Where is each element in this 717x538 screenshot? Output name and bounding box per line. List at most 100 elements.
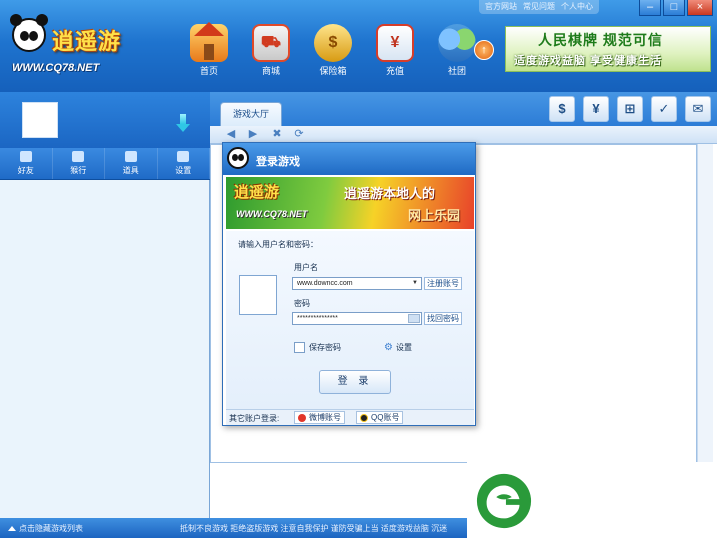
hide-game-list-toggle[interactable]: 点击隐藏游戏列表 [8, 523, 83, 534]
settings-icon [177, 151, 190, 162]
back-icon[interactable]: ◀ [224, 127, 238, 141]
tab-props-label: 道具 [122, 166, 139, 175]
tab-settings-label: 设置 [175, 166, 192, 175]
gear-icon: ⚙ [384, 342, 393, 353]
tab-rank[interactable]: 猴行 [53, 148, 105, 179]
bank-icon[interactable]: $ [549, 96, 575, 122]
nav-home-label: 首页 [199, 66, 218, 76]
login-avatar [239, 275, 277, 315]
qq-penguin-icon [360, 414, 368, 422]
rank-icon [72, 151, 85, 162]
group-icon [438, 24, 476, 62]
recharge-card-icon: ¥ [376, 24, 414, 62]
main-nav: 首页 ⛟ 商城 $ 保险箱 ¥ 充值 社团 [178, 22, 488, 77]
banner-slogan-1: 逍遥游本地人的 [344, 186, 436, 201]
username-label: 用户名 [294, 263, 318, 272]
nav-shop-label: 商城 [261, 66, 280, 76]
nav-safe[interactable]: $ 保险箱 [302, 24, 364, 77]
username-value: www.downcc.com [297, 280, 353, 287]
login-settings-link[interactable]: ⚙ 设置 [384, 342, 412, 353]
banner-slogan-2: 网上乐园 [408, 208, 461, 223]
login-banner: 逍遥游 WWW.CQ78.NET 逍遥游本地人的 网上乐园 [226, 177, 474, 229]
home-icon [190, 22, 228, 62]
stop-icon[interactable]: ✖ [270, 127, 284, 141]
nav-recharge[interactable]: ¥ 充值 [364, 24, 426, 77]
tab-friends[interactable]: 好友 [0, 148, 53, 179]
checkbox-icon[interactable] [294, 342, 305, 353]
upload-arrow-icon[interactable]: ↑ [474, 40, 494, 60]
recover-password-link[interactable]: 找回密码 [424, 312, 462, 325]
ad-title: 人民棋牌 规范可信 [538, 32, 663, 48]
weibo-label: 微博账号 [309, 413, 341, 422]
login-form: 请输入用户名和密码： 用户名 www.downcc.com ▼ 注册账号 密码 … [226, 231, 474, 409]
minimize-button[interactable]: – [639, 0, 661, 16]
username-field[interactable]: www.downcc.com ▼ [292, 277, 422, 290]
chevron-down-icon[interactable]: ▼ [409, 278, 421, 289]
login-title: 登录游戏 [256, 156, 300, 168]
keyboard-icon[interactable] [408, 314, 420, 323]
login-button[interactable]: 登 录 [319, 370, 391, 394]
close-button[interactable]: × [687, 0, 713, 16]
nav-home[interactable]: 首页 [178, 22, 240, 77]
download-arrow-icon[interactable] [176, 114, 190, 134]
user-card [0, 92, 210, 148]
logo-url: WWW.CQ78.NET [12, 62, 100, 74]
remember-password-checkbox[interactable]: 保存密码 [294, 342, 341, 353]
money-bag-icon: $ [314, 24, 352, 62]
app-window: 官方网站 常见问题 个人中心 – □ × 逍遥游 WWW.CQ78.NET 首页… [0, 0, 717, 538]
faq-link[interactable]: 常见问题 [523, 0, 555, 14]
scrollbar[interactable] [697, 144, 713, 463]
banner-logo: 逍遥游 [234, 184, 280, 201]
left-panel: 好友 猴行 道具 设置 [0, 92, 210, 518]
login-titlebar: 登录游戏 [223, 143, 475, 175]
window-controls: – □ × [639, 0, 713, 16]
cart-icon: ⛟ [252, 24, 290, 62]
weibo-login-button[interactable]: 微博账号 [294, 411, 345, 424]
refresh-icon[interactable]: ⟳ [292, 127, 306, 141]
tab-friends-label: 好友 [17, 166, 34, 175]
qq-login-button[interactable]: QQ账号 [356, 411, 404, 424]
login-prompt: 请输入用户名和密码： [238, 240, 318, 249]
nav-recharge-label: 充值 [385, 66, 404, 76]
leaf-logo-icon [476, 473, 532, 529]
avatar[interactable] [22, 102, 58, 138]
panda-logo-icon [10, 14, 48, 52]
tab-props[interactable]: 道具 [105, 148, 158, 179]
header: 官方网站 常见问题 个人中心 – □ × 逍遥游 WWW.CQ78.NET 首页… [0, 0, 717, 92]
status-ticker: 抵制不良游戏 拒绝盗版游戏 注意自我保护 谨防受骗上当 适度游戏益脑 沉迷 [180, 524, 448, 533]
forward-icon[interactable]: ▶ [246, 127, 260, 141]
friends-icon [19, 151, 32, 162]
props-icon [124, 151, 137, 162]
qq-label: QQ账号 [371, 413, 400, 422]
other-login-bar: 其它账户登录: 微博账号 QQ账号 [226, 409, 474, 425]
login-dialog: 登录游戏 逍遥游 WWW.CQ78.NET 逍遥游本地人的 网上乐园 请输入用户… [222, 142, 476, 426]
ad-banner[interactable]: 人民棋牌 规范可信 适度游戏益脑 享受健康生活 [505, 26, 711, 72]
personal-center-link[interactable]: 个人中心 [561, 0, 593, 14]
banner-url: WWW.CQ78.NET [236, 209, 308, 219]
tab-game-lobby[interactable]: 游戏大厅 [220, 102, 282, 126]
tab-settings[interactable]: 设置 [158, 148, 210, 179]
top-links: 官方网站 常见问题 个人中心 [479, 0, 599, 14]
yen-icon[interactable]: ¥ [583, 96, 609, 122]
remember-label: 保存密码 [309, 343, 341, 352]
logo-name: 逍遥游 [52, 29, 122, 54]
nav-shop[interactable]: ⛟ 商城 [240, 24, 302, 77]
password-field[interactable]: *************** [292, 312, 422, 325]
other-login-label: 其它账户登录: [229, 414, 280, 423]
official-site-link[interactable]: 官方网站 [485, 0, 517, 14]
checklist-icon[interactable]: ✓ [651, 96, 677, 122]
panda-icon [227, 147, 249, 169]
gift-icon[interactable]: ⊞ [617, 96, 643, 122]
maximize-button[interactable]: □ [663, 0, 685, 16]
watermark [467, 462, 717, 538]
app-logo: 逍遥游 WWW.CQ78.NET [4, 14, 144, 80]
tab-rank-label: 猴行 [70, 166, 87, 175]
status-left-label: 点击隐藏游戏列表 [19, 524, 83, 533]
mail-icon[interactable]: ✉ [685, 96, 711, 122]
left-tabs: 好友 猴行 道具 设置 [0, 148, 210, 180]
nav-club-label: 社团 [447, 66, 466, 76]
register-link[interactable]: 注册账号 [424, 277, 462, 290]
password-value: *************** [297, 315, 338, 322]
nav-safe-label: 保险箱 [319, 66, 347, 76]
settings-label: 设置 [395, 343, 412, 352]
